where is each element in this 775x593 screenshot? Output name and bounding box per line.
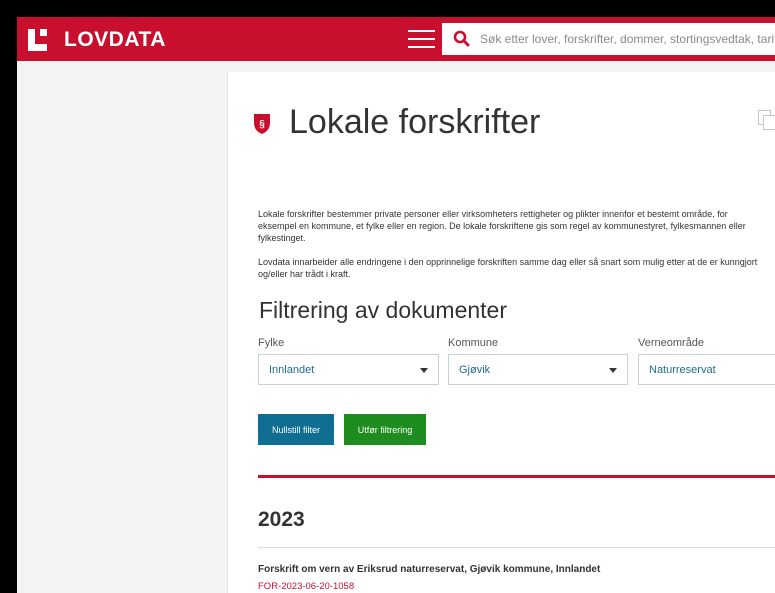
verneomrade-value: Naturreservat (649, 363, 716, 376)
fylke-label: Fylke (258, 337, 285, 349)
lovdata-logo-icon (28, 29, 54, 51)
svg-text:§: § (259, 119, 265, 130)
kommune-select[interactable]: Gjøvik (448, 354, 628, 385)
main-content: § Lokale forskrifter Lokale forskrifter … (227, 72, 775, 593)
verneomrade-select[interactable]: Naturreservat (638, 354, 775, 385)
chevron-down-icon (420, 368, 428, 373)
browser-viewport: LOVDATA § Lokale forskrifter Lokale fors… (17, 17, 775, 593)
intro-paragraph: Lokale forskrifter bestemmer private per… (258, 209, 746, 243)
search-input[interactable] (478, 31, 775, 47)
fylke-value: Innlandet (269, 363, 315, 376)
verneomrade-label: Verneområde (638, 337, 705, 349)
search-bar (442, 23, 775, 55)
apply-filter-button[interactable]: Utfør filtrering (344, 414, 426, 445)
menu-icon[interactable] (408, 29, 435, 50)
result-title[interactable]: Forskrift om vern av Eriksrud naturreser… (258, 564, 600, 575)
logo-text: LOVDATA (64, 28, 166, 51)
kommune-label: Kommune (448, 337, 499, 349)
fylke-select[interactable]: Innlandet (258, 354, 439, 385)
copy-icon[interactable] (758, 110, 775, 130)
year-divider (258, 547, 775, 548)
result-id-link[interactable]: FOR-2023-06-20-1058 (258, 581, 354, 592)
filter-heading: Filtrering av dokumenter (259, 297, 507, 323)
year-heading: 2023 (258, 508, 305, 531)
paragraph-shield-icon: § (254, 114, 270, 134)
top-navigation-bar: LOVDATA (17, 17, 775, 61)
intro-paragraph-2: Lovdata innarbeider alle endringene i de… (258, 257, 758, 279)
page-title: Lokale forskrifter (289, 103, 541, 141)
section-divider (258, 475, 775, 478)
lovdata-logo[interactable]: LOVDATA (28, 28, 166, 52)
chevron-down-icon (609, 368, 617, 373)
search-icon[interactable] (452, 29, 472, 49)
reset-filter-button[interactable]: Nullstill filter (258, 414, 334, 445)
kommune-value: Gjøvik (459, 363, 491, 376)
